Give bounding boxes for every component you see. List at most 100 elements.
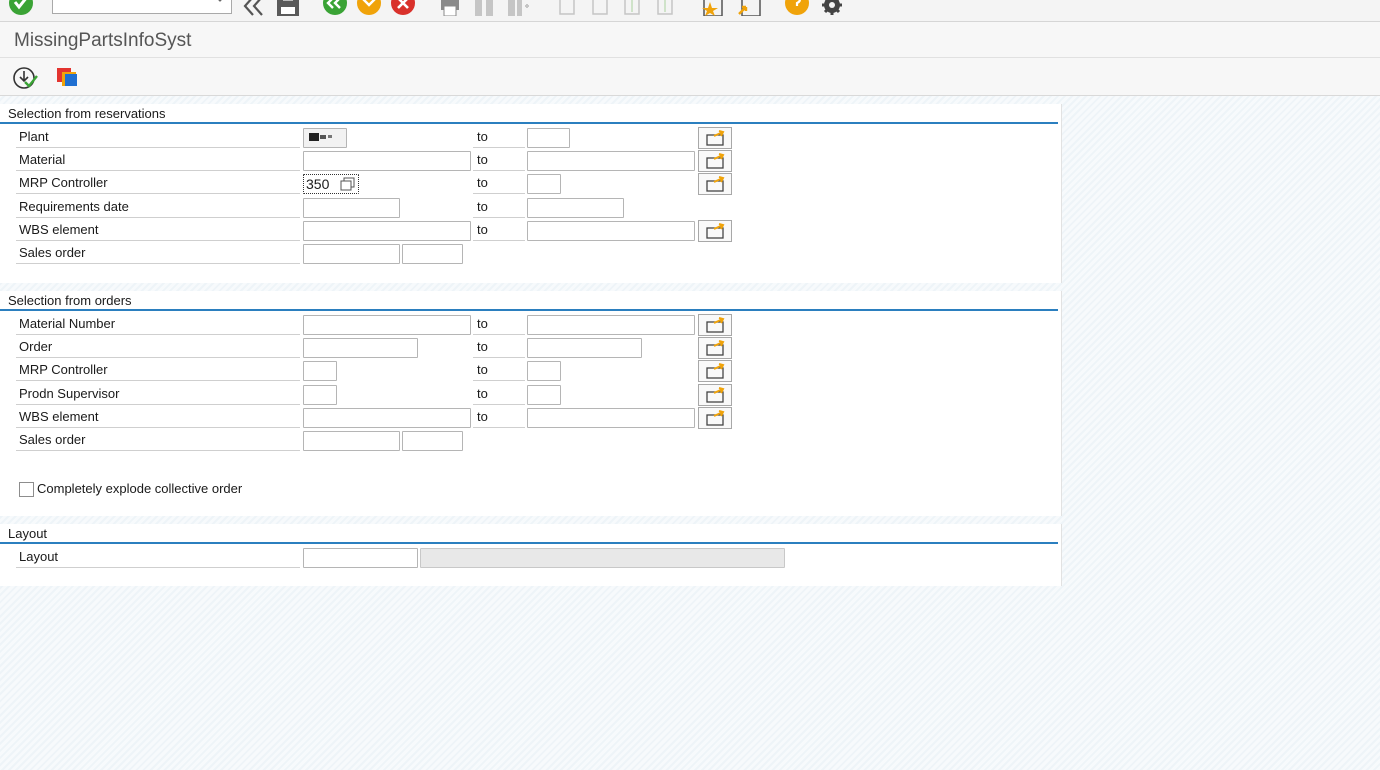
multiple-selection-icon bbox=[706, 130, 725, 146]
orders-mrp-controller-multiple-selection-button[interactable] bbox=[698, 360, 732, 382]
orders-wbs-element-low-input[interactable] bbox=[303, 408, 471, 428]
previous-page-icon[interactable] bbox=[588, 0, 612, 16]
mrp-controller-high-input[interactable] bbox=[527, 174, 561, 194]
sales-order-input[interactable] bbox=[303, 244, 400, 264]
exit-icon[interactable] bbox=[356, 0, 382, 16]
next-page-icon[interactable] bbox=[620, 0, 644, 16]
enter-icon[interactable] bbox=[8, 0, 34, 16]
requirements-date-low-input[interactable] bbox=[303, 198, 400, 218]
row-orders-mrp-controller: MRP Controller to bbox=[16, 359, 1056, 382]
material-number-multiple-selection-button[interactable] bbox=[698, 314, 732, 336]
system-toolbar bbox=[0, 0, 1380, 22]
print-icon[interactable] bbox=[438, 0, 462, 16]
material-high-input[interactable] bbox=[527, 151, 695, 171]
row-orders-wbs-element: WBS element to bbox=[16, 406, 1056, 429]
explode-collective-order-checkbox[interactable] bbox=[19, 482, 34, 497]
multiple-selection-icon bbox=[706, 410, 725, 426]
orders-mrp-controller-high-input[interactable] bbox=[527, 361, 561, 381]
cancel-icon[interactable] bbox=[390, 0, 416, 16]
requirements-date-high-input[interactable] bbox=[527, 198, 624, 218]
redacted-value-icon bbox=[309, 133, 332, 141]
plant-low-input[interactable] bbox=[303, 128, 347, 148]
plant-label: Plant bbox=[16, 128, 300, 148]
row-layout: Layout bbox=[16, 546, 1056, 569]
material-multiple-selection-button[interactable] bbox=[698, 150, 732, 172]
prodn-supervisor-multiple-selection-button[interactable] bbox=[698, 384, 732, 406]
find-icon[interactable] bbox=[472, 0, 496, 16]
shortcut-icon[interactable] bbox=[736, 0, 762, 16]
wbs-element-high-input[interactable] bbox=[527, 221, 695, 241]
plant-high-input[interactable] bbox=[527, 128, 570, 148]
first-page-icon[interactable] bbox=[555, 0, 579, 16]
to-label: to bbox=[473, 174, 525, 194]
order-multiple-selection-button[interactable] bbox=[698, 337, 732, 359]
orders-wbs-element-multiple-selection-button[interactable] bbox=[698, 407, 732, 429]
plant-multiple-selection-button[interactable] bbox=[698, 127, 732, 149]
material-low-input[interactable] bbox=[303, 151, 471, 171]
orders-mrp-controller-low-input[interactable] bbox=[303, 361, 337, 381]
orders-sales-order-input[interactable] bbox=[303, 431, 400, 451]
bookmark-icon[interactable] bbox=[700, 0, 726, 16]
wbs-element-label: WBS element bbox=[16, 221, 300, 241]
help-icon[interactable] bbox=[784, 0, 810, 16]
row-mrp-controller: MRP Controller 350 to bbox=[16, 172, 1056, 195]
to-label: to bbox=[473, 315, 525, 335]
mrp-controller-label: MRP Controller bbox=[16, 174, 300, 194]
save-icon[interactable] bbox=[275, 0, 301, 16]
row-prodn-supervisor: Prodn Supervisor to bbox=[16, 383, 1056, 406]
layout-title: Layout bbox=[8, 526, 48, 541]
multiple-selection-icon bbox=[706, 340, 725, 356]
reservations-panel: Selection from reservations Plant to Mat… bbox=[0, 104, 1062, 283]
layout-input[interactable] bbox=[303, 548, 418, 568]
command-field[interactable] bbox=[52, 0, 232, 14]
last-page-icon[interactable] bbox=[653, 0, 677, 16]
mrp-controller-multiple-selection-button[interactable] bbox=[698, 173, 732, 195]
to-label: to bbox=[473, 408, 525, 428]
row-material: Material to bbox=[16, 149, 1056, 172]
row-material-number: Material Number to bbox=[16, 313, 1056, 336]
find-next-icon[interactable] bbox=[505, 0, 531, 16]
orders-sales-order-item-input[interactable] bbox=[402, 431, 463, 451]
orders-title: Selection from orders bbox=[8, 293, 132, 308]
multiple-selection-icon bbox=[706, 387, 725, 403]
multiple-selection-icon bbox=[706, 363, 725, 379]
to-label: to bbox=[473, 385, 525, 405]
order-low-input[interactable] bbox=[303, 338, 418, 358]
order-label: Order bbox=[16, 338, 300, 358]
value-help-icon[interactable] bbox=[340, 177, 356, 191]
material-number-label: Material Number bbox=[16, 315, 300, 335]
prodn-supervisor-low-input[interactable] bbox=[303, 385, 337, 405]
layout-panel: Layout Layout bbox=[0, 524, 1062, 586]
settings-icon[interactable] bbox=[820, 0, 844, 16]
material-number-low-input[interactable] bbox=[303, 315, 471, 335]
to-label: to bbox=[473, 198, 525, 218]
prodn-supervisor-high-input[interactable] bbox=[527, 385, 561, 405]
prodn-supervisor-label: Prodn Supervisor bbox=[16, 385, 300, 405]
multiple-selection-icon bbox=[706, 223, 725, 239]
page-title: MissingPartsInfoSyst bbox=[14, 30, 192, 51]
reservations-header: Selection from reservations bbox=[0, 104, 1058, 124]
layout-label: Layout bbox=[16, 548, 300, 568]
sales-order-item-input[interactable] bbox=[402, 244, 463, 264]
execute-icon[interactable] bbox=[12, 66, 38, 90]
to-label: to bbox=[473, 151, 525, 171]
multiple-selection-icon bbox=[706, 153, 725, 169]
wbs-element-multiple-selection-button[interactable] bbox=[698, 220, 732, 242]
reservations-title: Selection from reservations bbox=[8, 106, 166, 121]
multiple-selection-icon bbox=[706, 176, 725, 192]
orders-mrp-controller-label: MRP Controller bbox=[16, 361, 300, 381]
wbs-element-low-input[interactable] bbox=[303, 221, 471, 241]
orders-wbs-element-label: WBS element bbox=[16, 408, 300, 428]
order-high-input[interactable] bbox=[527, 338, 642, 358]
chevron-down-icon[interactable] bbox=[215, 0, 225, 4]
get-variant-icon[interactable] bbox=[55, 66, 81, 90]
back-double-chevron-icon[interactable] bbox=[242, 0, 266, 16]
orders-panel: Selection from orders Material Number to… bbox=[0, 291, 1062, 516]
orders-wbs-element-high-input[interactable] bbox=[527, 408, 695, 428]
mrp-controller-low-input[interactable]: 350 bbox=[303, 174, 359, 194]
row-wbs-element: WBS element to bbox=[16, 219, 1056, 242]
material-number-high-input[interactable] bbox=[527, 315, 695, 335]
back-icon[interactable] bbox=[322, 0, 348, 16]
application-toolbar bbox=[0, 58, 1380, 96]
to-label: to bbox=[473, 221, 525, 241]
